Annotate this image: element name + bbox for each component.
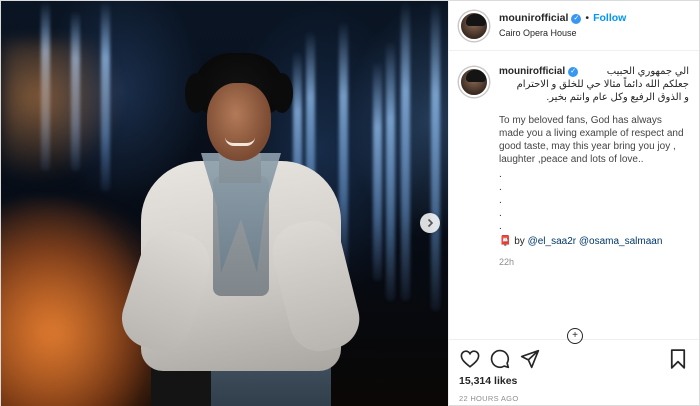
heart-icon[interactable] — [459, 348, 481, 370]
caption-arabic-line: الي جمهوري الحبيب — [606, 66, 689, 77]
mention-link[interactable]: @osama_salmaan — [579, 236, 663, 247]
stage-light — [401, 1, 410, 301]
caption-arabic-line: و الذوق الرفيع وكل عام وانتم بخير. — [546, 92, 689, 103]
caption-english: To my beloved fans, God has always made … — [499, 115, 684, 165]
verified-badge-icon: ✓ — [568, 67, 579, 77]
stage-light — [431, 1, 440, 311]
location-link[interactable]: Cairo Opera House — [499, 28, 626, 39]
stage-light — [386, 41, 395, 301]
post-actions: 15,314 likes 22 HOURS AGO — [449, 339, 699, 406]
mention-link[interactable]: @el_saa2r — [528, 236, 577, 247]
caption-arabic-line: جعلكم الله دائماً مثالا حي للخلق و الاحت… — [516, 79, 689, 90]
post-photo[interactable] — [1, 1, 448, 406]
share-icon[interactable] — [519, 348, 541, 370]
post-date[interactable]: 22 HOURS AGO — [459, 394, 689, 403]
bookmark-icon[interactable] — [667, 348, 689, 370]
avatar[interactable] — [459, 10, 489, 41]
caption-username[interactable]: mounirofficial — [499, 65, 565, 78]
verified-badge-icon: ✓ — [571, 13, 582, 24]
credit-prefix: 📮 by — [499, 236, 525, 247]
post-sidebar: mounirofficial ✓ • Follow Cairo Opera Ho… — [448, 1, 699, 406]
chevron-right-icon[interactable] — [420, 213, 440, 233]
avatar[interactable] — [459, 67, 489, 97]
separator-dot: • — [585, 12, 590, 25]
comments-area: mounirofficial ✓ الي جمهوري الحبيب جعلكم… — [449, 51, 699, 344]
caption: mounirofficial ✓ الي جمهوري الحبيب جعلكم… — [459, 65, 689, 269]
performer-figure — [114, 41, 366, 406]
comment-icon[interactable] — [489, 348, 511, 370]
caption-dots: . . . . . — [499, 169, 502, 232]
likes-count[interactable]: 15,314 likes — [459, 375, 689, 387]
caption-time[interactable]: 22h — [499, 256, 689, 269]
post-header: mounirofficial ✓ • Follow Cairo Opera Ho… — [449, 1, 699, 51]
stage-light — [373, 61, 382, 281]
instagram-post: mounirofficial ✓ • Follow Cairo Opera Ho… — [0, 0, 700, 406]
username-link[interactable]: mounirofficial — [499, 12, 568, 25]
follow-button[interactable]: Follow — [593, 12, 626, 25]
caption-credits: 📮 by @el_saa2r @osama_salmaan — [499, 235, 689, 248]
warm-light-haze — [1, 41, 121, 181]
plus-circle-icon[interactable]: + — [567, 328, 583, 344]
